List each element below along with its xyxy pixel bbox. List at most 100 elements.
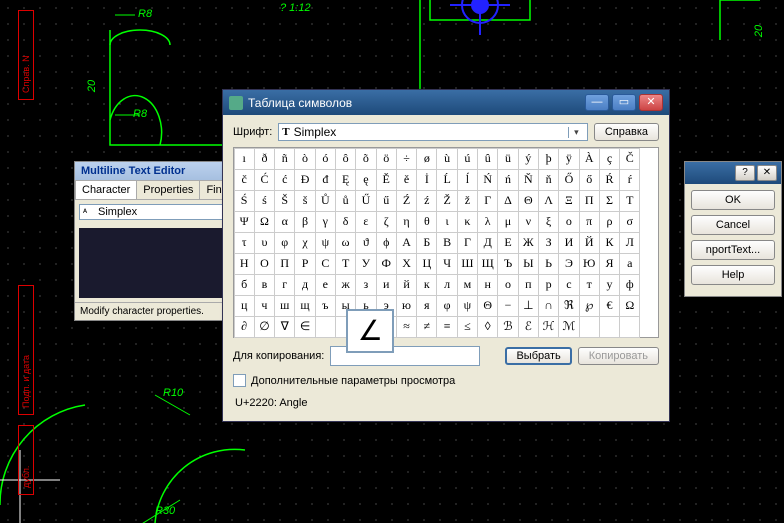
char-cell[interactable]: č: [234, 169, 255, 191]
char-cell[interactable]: Ś: [234, 190, 255, 212]
copy-button[interactable]: Копировать: [578, 347, 659, 365]
char-cell[interactable]: И: [558, 232, 579, 254]
char-cell[interactable]: ϑ: [355, 232, 376, 254]
rpanel-titlebar[interactable]: ? ✕: [685, 162, 781, 184]
char-cell[interactable]: й: [396, 274, 417, 296]
char-cell[interactable]: ш: [274, 295, 295, 317]
char-cell[interactable]: κ: [457, 211, 478, 233]
char-cell[interactable]: ю: [396, 295, 417, 317]
char-cell[interactable]: Γ: [477, 190, 498, 212]
char-cell[interactable]: ∠: [355, 316, 376, 338]
char-cell[interactable]: ń: [497, 169, 518, 191]
char-cell[interactable]: е: [315, 274, 336, 296]
cancel-button[interactable]: Cancel: [691, 215, 775, 235]
char-cell[interactable]: ű: [376, 190, 397, 212]
char-cell[interactable]: ę: [355, 169, 376, 191]
char-cell[interactable]: д: [294, 274, 315, 296]
char-cell[interactable]: φ: [274, 232, 295, 254]
char-cell[interactable]: Б: [416, 232, 437, 254]
char-cell[interactable]: ι: [436, 211, 457, 233]
char-cell[interactable]: ů: [335, 190, 356, 212]
char-cell[interactable]: β: [294, 211, 315, 233]
char-cell[interactable]: φ: [436, 295, 457, 317]
char-cell[interactable]: [315, 316, 336, 338]
char-cell[interactable]: з: [355, 274, 376, 296]
import-text-button[interactable]: nportText...: [691, 240, 775, 260]
char-cell[interactable]: ∩: [538, 295, 559, 317]
char-cell[interactable]: Ю: [579, 253, 600, 275]
cmap-help-button[interactable]: Справка: [594, 123, 659, 141]
char-cell[interactable]: χ: [294, 232, 315, 254]
char-cell[interactable]: ℘: [579, 295, 600, 317]
char-cell[interactable]: ÿ: [558, 148, 579, 170]
char-cell[interactable]: Ж: [518, 232, 539, 254]
char-cell[interactable]: τ: [234, 232, 255, 254]
char-cell[interactable]: к: [416, 274, 437, 296]
char-cell[interactable]: [619, 316, 640, 338]
char-cell[interactable]: ψ: [457, 295, 478, 317]
char-cell[interactable]: ı: [234, 148, 255, 170]
char-cell[interactable]: Θ: [518, 190, 539, 212]
char-cell[interactable]: ç: [599, 148, 620, 170]
char-cell[interactable]: Ę: [335, 169, 356, 191]
char-cell[interactable]: [599, 316, 620, 338]
char-cell[interactable]: Н: [234, 253, 255, 275]
char-cell[interactable]: Π: [579, 190, 600, 212]
char-cell[interactable]: −: [497, 295, 518, 317]
char-cell[interactable]: Ŕ: [599, 169, 620, 191]
char-cell[interactable]: ě: [396, 169, 417, 191]
char-cell[interactable]: Ź: [396, 190, 417, 212]
char-cell[interactable]: ô: [335, 148, 356, 170]
char-cell[interactable]: π: [579, 211, 600, 233]
char-cell[interactable]: Ž: [436, 190, 457, 212]
char-cell[interactable]: ÷: [396, 148, 417, 170]
char-cell[interactable]: ℰ: [518, 316, 539, 338]
char-cell[interactable]: Ĺ: [436, 169, 457, 191]
char-cell[interactable]: Г: [457, 232, 478, 254]
char-cell[interactable]: Ц: [416, 253, 437, 275]
char-cell[interactable]: [579, 316, 600, 338]
char-cell[interactable]: ć: [274, 169, 295, 191]
char-cell[interactable]: ц: [234, 295, 255, 317]
char-cell[interactable]: т: [579, 274, 600, 296]
char-cell[interactable]: û: [477, 148, 498, 170]
char-cell[interactable]: Λ: [538, 190, 559, 212]
char-cell[interactable]: İ: [416, 169, 437, 191]
char-cell[interactable]: ő: [579, 169, 600, 191]
char-cell[interactable]: Й: [579, 232, 600, 254]
char-cell[interactable]: ξ: [538, 211, 559, 233]
char-cell[interactable]: ъ: [315, 295, 336, 317]
char-cell[interactable]: ź: [416, 190, 437, 212]
char-cell[interactable]: ◊: [477, 316, 498, 338]
char-cell[interactable]: ν: [518, 211, 539, 233]
char-cell[interactable]: Ψ: [234, 211, 255, 233]
char-cell[interactable]: δ: [335, 211, 356, 233]
char-cell[interactable]: η: [396, 211, 417, 233]
char-cell[interactable]: ñ: [274, 148, 295, 170]
char-cell[interactable]: þ: [538, 148, 559, 170]
char-cell[interactable]: ≡: [436, 316, 457, 338]
char-cell[interactable]: ж: [335, 274, 356, 296]
char-cell[interactable]: н: [477, 274, 498, 296]
char-cell[interactable]: À: [579, 148, 600, 170]
char-cell[interactable]: ž: [457, 190, 478, 212]
char-cell[interactable]: ρ: [599, 211, 620, 233]
char-cell[interactable]: ≈: [396, 316, 417, 338]
char-cell[interactable]: ζ: [376, 211, 397, 233]
char-cell[interactable]: ℬ: [497, 316, 518, 338]
char-cell[interactable]: ℜ: [558, 295, 579, 317]
char-cell[interactable]: Я: [599, 253, 620, 275]
char-cell[interactable]: ø: [416, 148, 437, 170]
char-cell[interactable]: ù: [436, 148, 457, 170]
char-cell[interactable]: €: [599, 295, 620, 317]
char-cell[interactable]: ε: [355, 211, 376, 233]
char-cell[interactable]: ≤: [457, 316, 478, 338]
char-cell[interactable]: ú: [457, 148, 478, 170]
side-tab-dubl[interactable]: дубл.: [18, 425, 34, 495]
help-button[interactable]: Help: [691, 265, 775, 285]
char-cell[interactable]: Л: [619, 232, 640, 254]
char-cell[interactable]: Ń: [477, 169, 498, 191]
char-cell[interactable]: α: [274, 211, 295, 233]
tab-properties[interactable]: Properties: [136, 180, 200, 199]
side-tab-podp[interactable]: Подп. и дата: [18, 285, 34, 415]
